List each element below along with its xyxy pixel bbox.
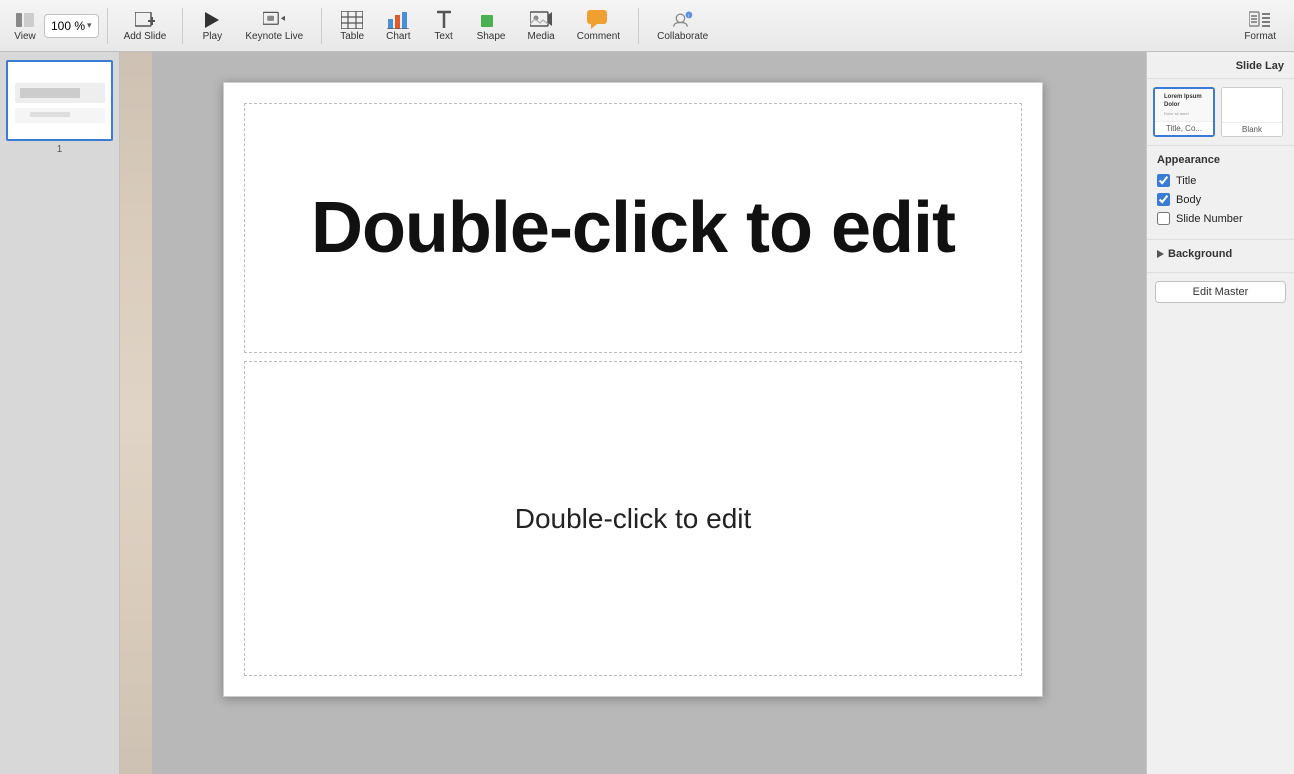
toolbar-separator-2	[182, 8, 183, 44]
play-button[interactable]: Play	[191, 4, 233, 48]
play-icon	[201, 10, 223, 30]
layout-card-blank[interactable]: Blank	[1221, 87, 1283, 137]
keynote-live-icon	[263, 10, 285, 30]
text-label: Text	[434, 31, 452, 42]
slide-canvas[interactable]: Double-click to edit Double-click to edi…	[223, 82, 1043, 697]
chart-button[interactable]: Chart	[376, 4, 420, 48]
format-label: Format	[1244, 31, 1276, 42]
toolbar: View 100 % ▾ Add Slide Play	[0, 0, 1294, 52]
zoom-control[interactable]: 100 % ▾	[44, 14, 99, 38]
layout-card-label-2: Blank	[1222, 122, 1282, 136]
shape-icon	[480, 10, 502, 30]
slide-number-checkbox[interactable]	[1157, 212, 1170, 225]
appearance-title: Appearance	[1157, 154, 1284, 166]
add-slide-button[interactable]: Add Slide	[116, 4, 175, 48]
media-label: Media	[527, 31, 554, 42]
layout-options: Lorem Ipsum Dolor Dolor sit amet Title, …	[1147, 79, 1294, 145]
svg-text:↑: ↑	[687, 13, 690, 19]
collaborate-icon: ↑	[672, 10, 694, 30]
table-label: Table	[340, 31, 364, 42]
collaborate-label: Collaborate	[657, 31, 708, 42]
canvas-area: Double-click to edit Double-click to edi…	[120, 52, 1146, 774]
background-header[interactable]: Background	[1157, 244, 1284, 264]
chart-label: Chart	[386, 31, 410, 42]
table-button[interactable]: Table	[330, 4, 374, 48]
layout-card-title-content[interactable]: Lorem Ipsum Dolor Dolor sit amet Title, …	[1153, 87, 1215, 137]
slide-number-checkbox-label: Slide Number	[1176, 213, 1243, 225]
title-checkbox-label: Title	[1176, 175, 1196, 187]
background-triangle-icon	[1157, 250, 1164, 258]
add-slide-icon	[134, 10, 156, 30]
layout-card-blank-inner	[1222, 88, 1282, 122]
title-checkbox[interactable]	[1157, 174, 1170, 187]
canvas-left-strip	[120, 52, 152, 774]
slide-thumbnail-1[interactable]: 1	[6, 60, 113, 155]
right-panel-title: Slide Lay	[1236, 60, 1284, 72]
body-checkbox-row: Body	[1157, 193, 1284, 206]
shape-label: Shape	[477, 31, 506, 42]
slide-number: 1	[6, 144, 113, 155]
slide-body-text[interactable]: Double-click to edit	[515, 503, 752, 535]
layout-card-label-1: Title, Co...	[1155, 121, 1213, 135]
text-button[interactable]: Text	[423, 4, 465, 48]
format-button[interactable]: Format	[1234, 4, 1286, 48]
toolbar-separator-3	[321, 8, 322, 44]
view-button[interactable]: View	[8, 4, 42, 48]
text-icon	[433, 10, 455, 30]
toolbar-separator-4	[638, 8, 639, 44]
view-icon	[14, 10, 36, 30]
slide-panel: 1	[0, 52, 120, 774]
zoom-value: 100 %	[51, 19, 85, 33]
edit-master-button[interactable]: Edit Master	[1155, 281, 1286, 303]
slide-body-area[interactable]: Double-click to edit	[244, 361, 1022, 676]
table-icon	[341, 10, 363, 30]
main-area: 1 Double-click to edit Double-click to e…	[0, 52, 1294, 774]
comment-icon	[587, 10, 609, 30]
slide-thumb-border	[6, 60, 113, 141]
slide-title-text[interactable]: Double-click to edit	[311, 187, 955, 269]
appearance-section: Appearance Title Body Slide Number	[1147, 146, 1294, 239]
layout-preview-subtext: Dolor sit amet	[1164, 111, 1204, 116]
right-panel-header: Slide Lay	[1147, 52, 1294, 79]
slide-number-checkbox-row: Slide Number	[1157, 212, 1284, 225]
background-section: Background	[1147, 240, 1294, 272]
layout-preview-text: Lorem Ipsum Dolor	[1164, 94, 1204, 108]
media-button[interactable]: Media	[517, 4, 564, 48]
zoom-chevron: ▾	[87, 20, 92, 31]
add-slide-label: Add Slide	[124, 31, 167, 42]
media-icon	[530, 10, 552, 30]
shape-button[interactable]: Shape	[467, 4, 516, 48]
edit-master-label: Edit Master	[1193, 286, 1249, 298]
slide-title-area[interactable]: Double-click to edit	[244, 103, 1022, 353]
layout-card-inner: Lorem Ipsum Dolor Dolor sit amet	[1155, 89, 1213, 121]
chart-icon	[387, 10, 409, 30]
comment-label: Comment	[577, 31, 620, 42]
keynote-live-label: Keynote Live	[245, 31, 303, 42]
slide-thumb	[8, 62, 111, 139]
collaborate-button[interactable]: ↑ Collaborate	[647, 4, 718, 48]
format-icon	[1249, 10, 1271, 30]
right-panel: Slide Lay Lorem Ipsum Dolor Dolor sit am…	[1146, 52, 1294, 774]
keynote-live-button[interactable]: Keynote Live	[235, 4, 313, 48]
body-checkbox[interactable]	[1157, 193, 1170, 206]
view-label: View	[14, 31, 36, 42]
background-label: Background	[1168, 248, 1232, 260]
toolbar-separator-1	[107, 8, 108, 44]
section-divider-3	[1147, 272, 1294, 273]
title-checkbox-row: Title	[1157, 174, 1284, 187]
body-checkbox-label: Body	[1176, 194, 1201, 206]
comment-button[interactable]: Comment	[567, 4, 630, 48]
play-label: Play	[203, 31, 222, 42]
